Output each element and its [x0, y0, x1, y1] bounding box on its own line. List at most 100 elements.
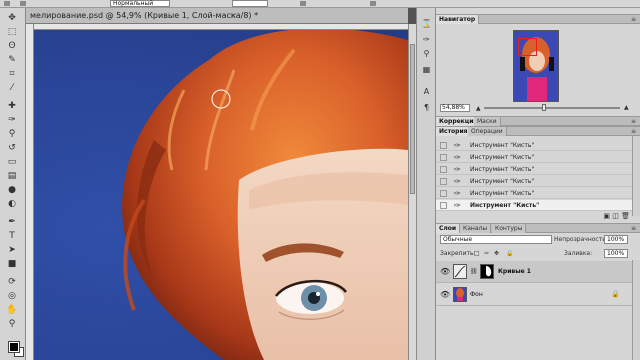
lock-all-icon[interactable]: 🔒: [506, 250, 513, 257]
history-source-checkbox[interactable]: [440, 142, 447, 149]
link-icon[interactable]: ⛓: [470, 268, 478, 275]
blend-mode-select[interactable]: Обычные: [440, 235, 552, 244]
eraser-icon[interactable]: ▭: [6, 156, 18, 167]
tablet-pressure-icon[interactable]: [370, 1, 376, 6]
panel-menu-icon[interactable]: ≡: [631, 225, 636, 232]
history-item[interactable]: ✑ Инструмент "Кисть": [436, 140, 632, 151]
dodge-icon[interactable]: ◐: [6, 198, 18, 209]
history-item[interactable]: ✑ Инструмент "Кисть": [436, 176, 632, 187]
mode-select[interactable]: Нормальный: [110, 0, 170, 7]
eyedropper-icon[interactable]: ⁄: [6, 82, 18, 93]
navigator-zoom-slider[interactable]: [484, 107, 620, 109]
3d-rotate-icon[interactable]: ⟳: [6, 276, 18, 287]
history-item[interactable]: ✑ Инструмент "Кисть": [436, 188, 632, 199]
document-title: мелирование.psd @ 54,9% (Кривые 1, Слой-…: [30, 11, 259, 20]
stamp-icon[interactable]: ⚲: [6, 128, 18, 139]
visibility-eye-icon[interactable]: 👁: [440, 290, 450, 299]
new-document-icon[interactable]: ▣: [603, 212, 610, 220]
3d-orbit-icon[interactable]: ◎: [6, 290, 18, 301]
history-source-checkbox[interactable]: [440, 178, 447, 185]
navigator-zoom-input[interactable]: 54,88%: [440, 104, 470, 112]
history-footer: ▣ ◫ 🗑: [603, 212, 630, 220]
navigator-thumbnail[interactable]: [513, 30, 559, 102]
adjustments-header: Коррекция Маски ≡: [436, 116, 640, 126]
brush-icon[interactable]: ✑: [6, 114, 18, 125]
tab-masks[interactable]: Маски: [474, 117, 501, 126]
brush-panel-icon[interactable]: ✑: [421, 34, 432, 44]
lock-position-icon[interactable]: ✥: [494, 250, 499, 257]
curves-adjustment-icon: [453, 264, 467, 279]
brush-icon: ✑: [454, 153, 461, 162]
tab-layers[interactable]: Слои: [436, 224, 461, 233]
pen-icon[interactable]: ✒: [6, 216, 18, 227]
gradient-icon[interactable]: ▤: [6, 170, 18, 181]
fill-input[interactable]: 100%: [604, 249, 628, 258]
visibility-eye-icon[interactable]: 👁: [440, 267, 450, 276]
history-source-checkbox[interactable]: [440, 166, 447, 173]
document-tab[interactable]: мелирование.psd @ 54,9% (Кривые 1, Слой-…: [26, 8, 408, 24]
history-source-checkbox[interactable]: [440, 154, 447, 161]
scrollbar-thumb[interactable]: [410, 44, 415, 194]
history-panel-icon[interactable]: ⌛: [421, 18, 432, 28]
navigator-view-box[interactable]: [518, 38, 537, 56]
paragraph-panel-icon[interactable]: ¶: [421, 102, 432, 112]
lock-pixels-icon[interactable]: ✑: [484, 250, 489, 257]
history-scrollbar[interactable]: [632, 136, 640, 216]
move-icon[interactable]: ✥: [6, 12, 18, 23]
panel-menu-icon[interactable]: ≡: [631, 118, 636, 125]
tab-channels[interactable]: Каналы: [460, 224, 492, 233]
layer-row[interactable]: 👁 Фон 🔒: [436, 284, 632, 306]
vertical-ruler[interactable]: [26, 24, 34, 360]
close-icon[interactable]: ×: [230, 11, 237, 20]
marquee-icon[interactable]: ⬚: [6, 26, 18, 37]
tab-actions[interactable]: Операции: [468, 127, 507, 136]
opacity-input[interactable]: [232, 0, 268, 7]
healing-icon[interactable]: ✚: [6, 100, 18, 111]
brush-icon: ✑: [454, 201, 461, 210]
tab-paths[interactable]: Контуры: [492, 224, 527, 233]
panel-menu-icon[interactable]: ≡: [631, 128, 636, 135]
trash-icon[interactable]: 🗑: [621, 212, 630, 220]
zoom-slider-knob[interactable]: [542, 104, 546, 111]
zoom-out-icon[interactable]: ▲: [476, 105, 481, 112]
shape-icon[interactable]: ■: [6, 258, 18, 269]
tab-history[interactable]: История: [436, 127, 472, 136]
history-source-checkbox[interactable]: [440, 202, 447, 209]
path-select-icon[interactable]: ➤: [6, 244, 18, 255]
history-item[interactable]: ✑ Инструмент "Кисть": [436, 164, 632, 175]
blur-icon[interactable]: ●: [6, 184, 18, 195]
quick-select-icon[interactable]: ✎: [6, 54, 18, 65]
history-source-checkbox[interactable]: [440, 190, 447, 197]
image-canvas[interactable]: [34, 30, 408, 360]
tab-navigator[interactable]: Навигатор: [436, 15, 480, 24]
layer-row[interactable]: 👁 ⛓ Кривые 1: [436, 261, 632, 283]
airbrush-icon[interactable]: [300, 1, 306, 6]
history-item[interactable]: ✑ Инструмент "Кисть": [436, 152, 632, 163]
history-item-label: Инструмент "Кисть": [470, 142, 535, 149]
lock-transparency-icon[interactable]: □: [474, 250, 480, 257]
lasso-icon[interactable]: ʘ: [6, 40, 18, 51]
layer-thumbnail: [453, 287, 467, 302]
foreground-color-swatch[interactable]: [8, 341, 20, 353]
clone-source-icon[interactable]: ⚲: [421, 48, 432, 58]
tool-presets-icon[interactable]: ▦: [421, 64, 432, 74]
brush-icon: ✑: [454, 189, 461, 198]
tool-preset-icon[interactable]: [4, 1, 10, 6]
character-panel-icon[interactable]: A: [421, 86, 432, 96]
type-icon[interactable]: T: [6, 230, 18, 241]
opacity-input[interactable]: 100%: [604, 235, 628, 244]
layers-scrollbar[interactable]: [632, 260, 640, 360]
history-brush-icon[interactable]: ↺: [6, 142, 18, 153]
canvas-vertical-scrollbar[interactable]: [408, 24, 416, 360]
history-item-current[interactable]: ✑ Инструмент "Кисть": [436, 200, 632, 211]
new-snapshot-icon[interactable]: ◫: [612, 212, 619, 220]
history-item-label: Инструмент "Кисть": [470, 190, 535, 197]
hand-icon[interactable]: ✋: [6, 304, 18, 315]
crop-icon[interactable]: ⌗: [6, 68, 18, 79]
navigator-header: Навигатор ≡: [436, 14, 640, 24]
brush-size-icon[interactable]: [20, 1, 26, 6]
zoom-in-icon[interactable]: ▲: [624, 104, 629, 111]
panel-menu-icon[interactable]: ≡: [631, 16, 636, 23]
zoom-icon[interactable]: ⚲: [6, 318, 18, 329]
layer-mask-thumbnail[interactable]: [480, 264, 494, 279]
